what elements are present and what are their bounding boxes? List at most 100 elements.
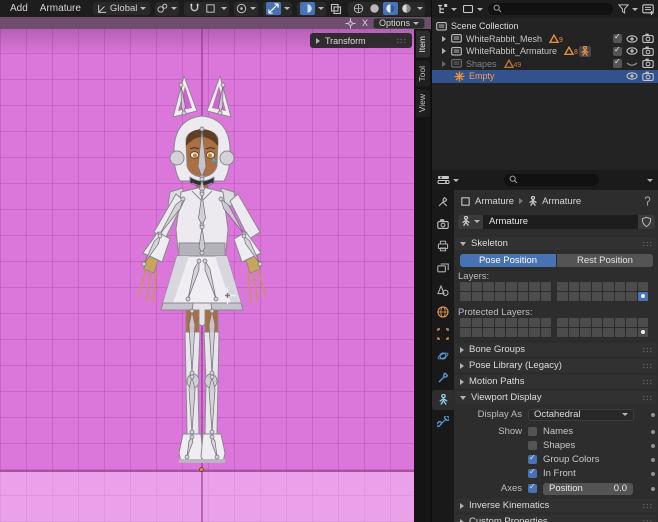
editor-type-dropdown[interactable] — [437, 174, 459, 187]
animate-dot-icon[interactable] — [651, 472, 655, 476]
animate-dot-icon[interactable] — [651, 413, 655, 417]
object-origin-point[interactable] — [199, 467, 204, 472]
eye-icon[interactable] — [626, 71, 638, 81]
layer-toggle[interactable] — [569, 292, 580, 301]
outliner-row-empty-selected[interactable]: Empty — [432, 70, 658, 83]
sidebar-tab-view[interactable]: View — [416, 89, 430, 117]
layer-toggle[interactable] — [472, 292, 483, 301]
layer-toggle[interactable] — [506, 282, 517, 291]
layer-toggle[interactable] — [592, 282, 603, 291]
section-custom-properties[interactable]: Custom Properties — [455, 515, 657, 522]
layer-toggle[interactable] — [506, 328, 517, 337]
layer-toggle[interactable] — [626, 292, 637, 301]
layer-toggle[interactable] — [483, 318, 494, 327]
shading-material-icon[interactable] — [383, 2, 398, 15]
layer-toggle[interactable] — [638, 328, 649, 337]
axes-checkbox[interactable] — [528, 484, 537, 493]
tab-world[interactable] — [432, 302, 454, 322]
names-checkbox[interactable] — [528, 427, 537, 436]
layer-toggle[interactable] — [495, 282, 506, 291]
layer-toggle[interactable] — [557, 292, 568, 301]
expander-icon[interactable] — [442, 36, 446, 42]
layer-toggle[interactable] — [580, 292, 591, 301]
display-mode-dropdown[interactable] — [462, 3, 483, 15]
layer-toggle[interactable] — [529, 328, 540, 337]
layer-toggle[interactable] — [483, 328, 494, 337]
in-front-checkbox[interactable] — [528, 469, 537, 478]
close-overlay-icon[interactable]: X — [362, 18, 368, 28]
options-button[interactable]: Options — [373, 18, 425, 29]
layer-toggle[interactable] — [569, 328, 580, 337]
layer-toggle[interactable] — [557, 328, 568, 337]
rest-position-button[interactable]: Rest Position — [557, 254, 653, 267]
layer-toggle[interactable] — [506, 318, 517, 327]
camera-visibility-icon[interactable] — [642, 33, 654, 44]
layer-toggle[interactable] — [483, 282, 494, 291]
armature-layers-grid[interactable] — [460, 282, 648, 301]
layer-toggle[interactable] — [580, 282, 591, 291]
snap-move-icon[interactable] — [266, 2, 281, 15]
layer-toggle[interactable] — [506, 292, 517, 301]
section-drag-handle[interactable] — [642, 503, 652, 509]
tab-constraints[interactable] — [432, 368, 454, 388]
eye-icon[interactable] — [626, 46, 638, 56]
panel-drag-handle[interactable] — [396, 38, 406, 44]
character-model[interactable] — [0, 29, 414, 522]
layer-toggle[interactable] — [541, 282, 552, 291]
layer-toggle[interactable] — [518, 328, 529, 337]
tab-render[interactable] — [432, 214, 454, 234]
proportional-editing-dropdown[interactable] — [234, 2, 258, 16]
section-inverse-kinematics[interactable]: Inverse Kinematics — [455, 499, 657, 512]
layer-toggle[interactable] — [529, 318, 540, 327]
shading-solid-icon[interactable] — [367, 2, 382, 15]
tab-object[interactable] — [432, 324, 454, 344]
layer-toggle[interactable] — [518, 292, 529, 301]
datablock-type-dropdown[interactable] — [458, 215, 483, 229]
layer-toggle[interactable] — [472, 282, 483, 291]
camera-visibility-icon[interactable] — [642, 46, 654, 57]
editor-type-dropdown[interactable] — [436, 3, 457, 15]
layer-toggle[interactable] — [495, 318, 506, 327]
section-drag-handle[interactable] — [642, 395, 652, 401]
tab-physics[interactable] — [432, 346, 454, 366]
camera-visibility-icon[interactable] — [642, 58, 654, 69]
snap-magnet-icon[interactable] — [187, 2, 202, 15]
shading-wireframe-icon[interactable] — [351, 2, 366, 15]
animate-dot-icon[interactable] — [651, 487, 655, 491]
layer-toggle[interactable] — [495, 292, 506, 301]
expander-icon[interactable] — [442, 48, 446, 54]
layer-toggle[interactable] — [626, 282, 637, 291]
layer-toggle[interactable] — [603, 318, 614, 327]
layer-toggle[interactable] — [472, 328, 483, 337]
layer-toggle[interactable] — [592, 328, 603, 337]
layer-toggle[interactable] — [529, 282, 540, 291]
tab-view-layer[interactable] — [432, 258, 454, 278]
viewport-3d-canvas[interactable]: Transform — [0, 29, 414, 522]
chevron-down-icon[interactable] — [647, 179, 653, 182]
tab-tool[interactable] — [432, 192, 454, 212]
new-collection-button[interactable] — [642, 3, 654, 15]
snap-target-icon[interactable] — [203, 2, 218, 15]
eye-icon[interactable] — [626, 34, 638, 44]
shading-rendered-icon[interactable] — [399, 2, 414, 15]
layer-toggle[interactable] — [615, 282, 626, 291]
menu-add[interactable]: Add — [4, 2, 34, 15]
layer-toggle[interactable] — [518, 318, 529, 327]
layer-toggle[interactable] — [626, 328, 637, 337]
sidebar-tab-item[interactable]: Item — [416, 31, 430, 58]
layer-toggle[interactable] — [518, 282, 529, 291]
menu-armature[interactable]: Armature — [34, 2, 87, 15]
camera-visibility-icon[interactable] — [642, 71, 654, 82]
layer-toggle[interactable] — [615, 292, 626, 301]
layer-toggle[interactable] — [541, 318, 552, 327]
falloff-dropdown[interactable] — [297, 2, 326, 16]
layer-toggle[interactable] — [603, 282, 614, 291]
layer-toggle[interactable] — [557, 318, 568, 327]
layer-toggle[interactable] — [615, 318, 626, 327]
outliner-row-scene-collection[interactable]: Scene Collection — [432, 20, 658, 33]
filter-dropdown[interactable] — [618, 4, 638, 15]
exclude-checkbox[interactable] — [613, 47, 622, 56]
breadcrumb-object[interactable]: Armature — [475, 196, 514, 207]
section-pose-library[interactable]: Pose Library (Legacy) — [455, 359, 657, 372]
outliner-search-input[interactable] — [488, 3, 613, 15]
